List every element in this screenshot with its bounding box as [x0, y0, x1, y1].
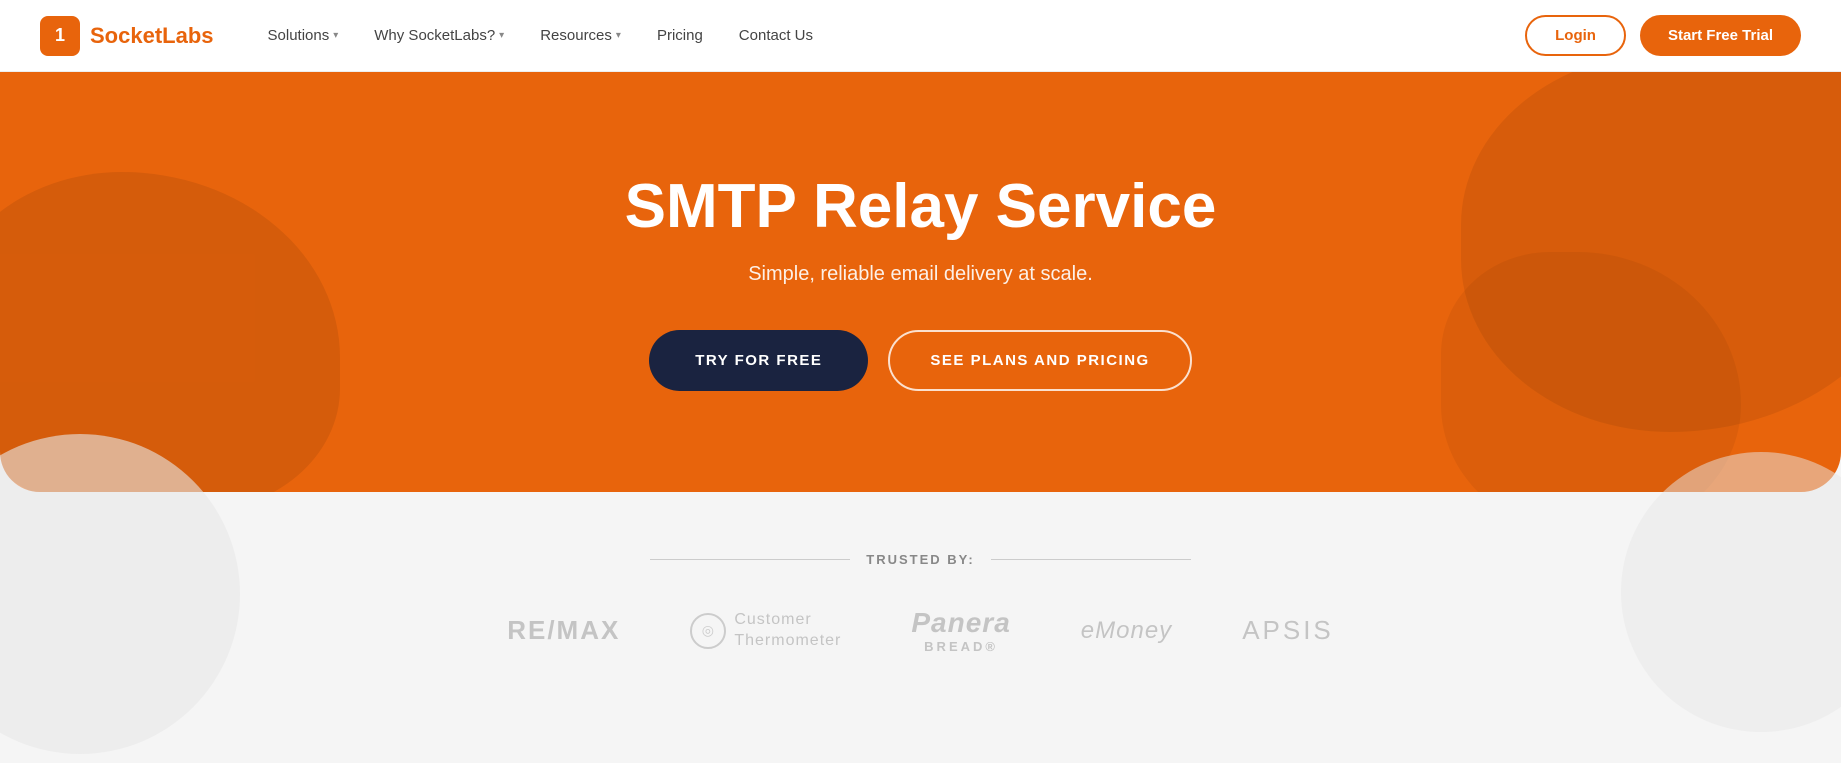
- hero-buttons: TRY FOR FREE SEE PLANS AND PRICING: [625, 330, 1217, 391]
- apsis-logo: APSIS: [1242, 615, 1334, 646]
- navbar-left: 1 SocketLabs Solutions ▾ Why SocketLabs?…: [40, 16, 827, 56]
- logo[interactable]: 1 SocketLabs: [40, 16, 214, 56]
- start-free-trial-button[interactable]: Start Free Trial: [1640, 15, 1801, 56]
- chevron-down-icon: ▾: [333, 30, 338, 41]
- hero-section: SMTP Relay Service Simple, reliable emai…: [0, 72, 1841, 492]
- emoney-prefix: eMoney: [1081, 617, 1172, 644]
- chevron-down-icon: ▾: [616, 30, 621, 41]
- divider-right: [991, 559, 1191, 560]
- hero-subtitle: Simple, reliable email delivery at scale…: [625, 263, 1217, 286]
- nav-pricing[interactable]: Pricing: [643, 19, 717, 52]
- panera-sub-text: BREAD®: [924, 639, 998, 654]
- trusted-logos-row: RE/MAX ◎ Customer Thermometer Panera BRE…: [40, 607, 1801, 654]
- login-button[interactable]: Login: [1525, 15, 1626, 56]
- trusted-by-text: TRUSTED BY:: [866, 552, 974, 567]
- panera-main-text: Panera: [911, 607, 1010, 639]
- see-plans-pricing-button[interactable]: SEE PLANS AND PRICING: [888, 330, 1191, 391]
- nav-solutions[interactable]: Solutions ▾: [254, 19, 353, 52]
- hero-content: SMTP Relay Service Simple, reliable emai…: [605, 113, 1237, 451]
- logo-icon: 1: [40, 16, 80, 56]
- customer-thermometer-line1: Customer: [734, 610, 841, 631]
- panera-bread-logo: Panera BREAD®: [911, 607, 1010, 654]
- hero-title: SMTP Relay Service: [625, 173, 1217, 241]
- divider-left: [650, 559, 850, 560]
- circle-decoration-right: [1621, 452, 1841, 732]
- logo-text: SocketLabs: [90, 23, 214, 49]
- remax-logo: RE/MAX: [507, 615, 620, 646]
- navbar: 1 SocketLabs Solutions ▾ Why SocketLabs?…: [0, 0, 1841, 72]
- nav-why-socketlabs[interactable]: Why SocketLabs? ▾: [360, 19, 518, 52]
- trusted-by-section: TRUSTED BY: RE/MAX ◎ Customer Thermomete…: [0, 492, 1841, 694]
- customer-thermometer-icon: ◎: [690, 613, 726, 649]
- nav-links: Solutions ▾ Why SocketLabs? ▾ Resources …: [254, 19, 827, 52]
- try-for-free-button[interactable]: TRY FOR FREE: [649, 330, 868, 391]
- trusted-label: TRUSTED BY:: [40, 552, 1801, 567]
- nav-contact[interactable]: Contact Us: [725, 19, 827, 52]
- emoney-logo: eMoney: [1081, 617, 1172, 645]
- customer-thermometer-line2: Thermometer: [734, 631, 841, 652]
- navbar-right: Login Start Free Trial: [1525, 15, 1801, 56]
- nav-resources[interactable]: Resources ▾: [526, 19, 635, 52]
- chevron-down-icon: ▾: [499, 30, 504, 41]
- customer-thermometer-logo: ◎ Customer Thermometer: [690, 610, 841, 652]
